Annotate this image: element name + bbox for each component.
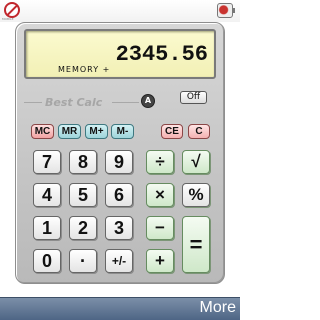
brand-divider-right xyxy=(112,102,139,103)
divide-button[interactable]: ÷ xyxy=(146,150,174,174)
key-6[interactable]: 6 xyxy=(105,183,133,207)
decimal-point-button[interactable]: · xyxy=(69,249,97,273)
memory-indicator: MEMORY + xyxy=(58,65,111,74)
calculator-display: 2345.56 MEMORY + xyxy=(24,29,216,79)
app-logo-icon xyxy=(4,2,20,18)
key-9[interactable]: 9 xyxy=(105,150,133,174)
minus-button[interactable]: − xyxy=(146,216,174,240)
m-plus-button[interactable]: M+ xyxy=(85,124,108,139)
key-3[interactable]: 3 xyxy=(105,216,133,240)
mr-button[interactable]: MR xyxy=(58,124,81,139)
key-0[interactable]: 0 xyxy=(33,249,61,273)
key-5[interactable]: 5 xyxy=(69,183,97,207)
brand-label: Best Calc xyxy=(45,96,103,109)
status-bar: MOBILE xyxy=(0,0,240,22)
more-button[interactable]: More xyxy=(200,299,236,317)
off-button[interactable]: Off xyxy=(180,91,207,104)
ce-button[interactable]: CE xyxy=(161,124,183,139)
m-minus-button[interactable]: M- xyxy=(111,124,134,139)
display-value: 2345.56 xyxy=(115,42,208,67)
plus-button[interactable]: + xyxy=(146,249,174,273)
key-2[interactable]: 2 xyxy=(69,216,97,240)
multiply-button[interactable]: × xyxy=(146,183,174,207)
c-button[interactable]: C xyxy=(188,124,210,139)
sign-toggle-button[interactable]: +/- xyxy=(105,249,133,273)
key-8[interactable]: 8 xyxy=(69,150,97,174)
percent-button[interactable]: % xyxy=(182,183,210,207)
key-1[interactable]: 1 xyxy=(33,216,61,240)
mc-button[interactable]: MC xyxy=(31,124,54,139)
bottom-bar: More xyxy=(0,297,240,320)
equals-button[interactable]: = xyxy=(182,216,210,273)
brand-divider-left xyxy=(24,102,42,103)
a-button[interactable]: A xyxy=(141,94,155,108)
app-logo-text: MOBILE xyxy=(2,17,14,21)
key-4[interactable]: 4 xyxy=(33,183,61,207)
battery-icon xyxy=(217,3,235,18)
key-7[interactable]: 7 xyxy=(33,150,61,174)
calculator-body: 2345.56 MEMORY + Best Calc A Off MC MR M… xyxy=(15,22,225,284)
square-root-button[interactable]: √ xyxy=(182,150,210,174)
